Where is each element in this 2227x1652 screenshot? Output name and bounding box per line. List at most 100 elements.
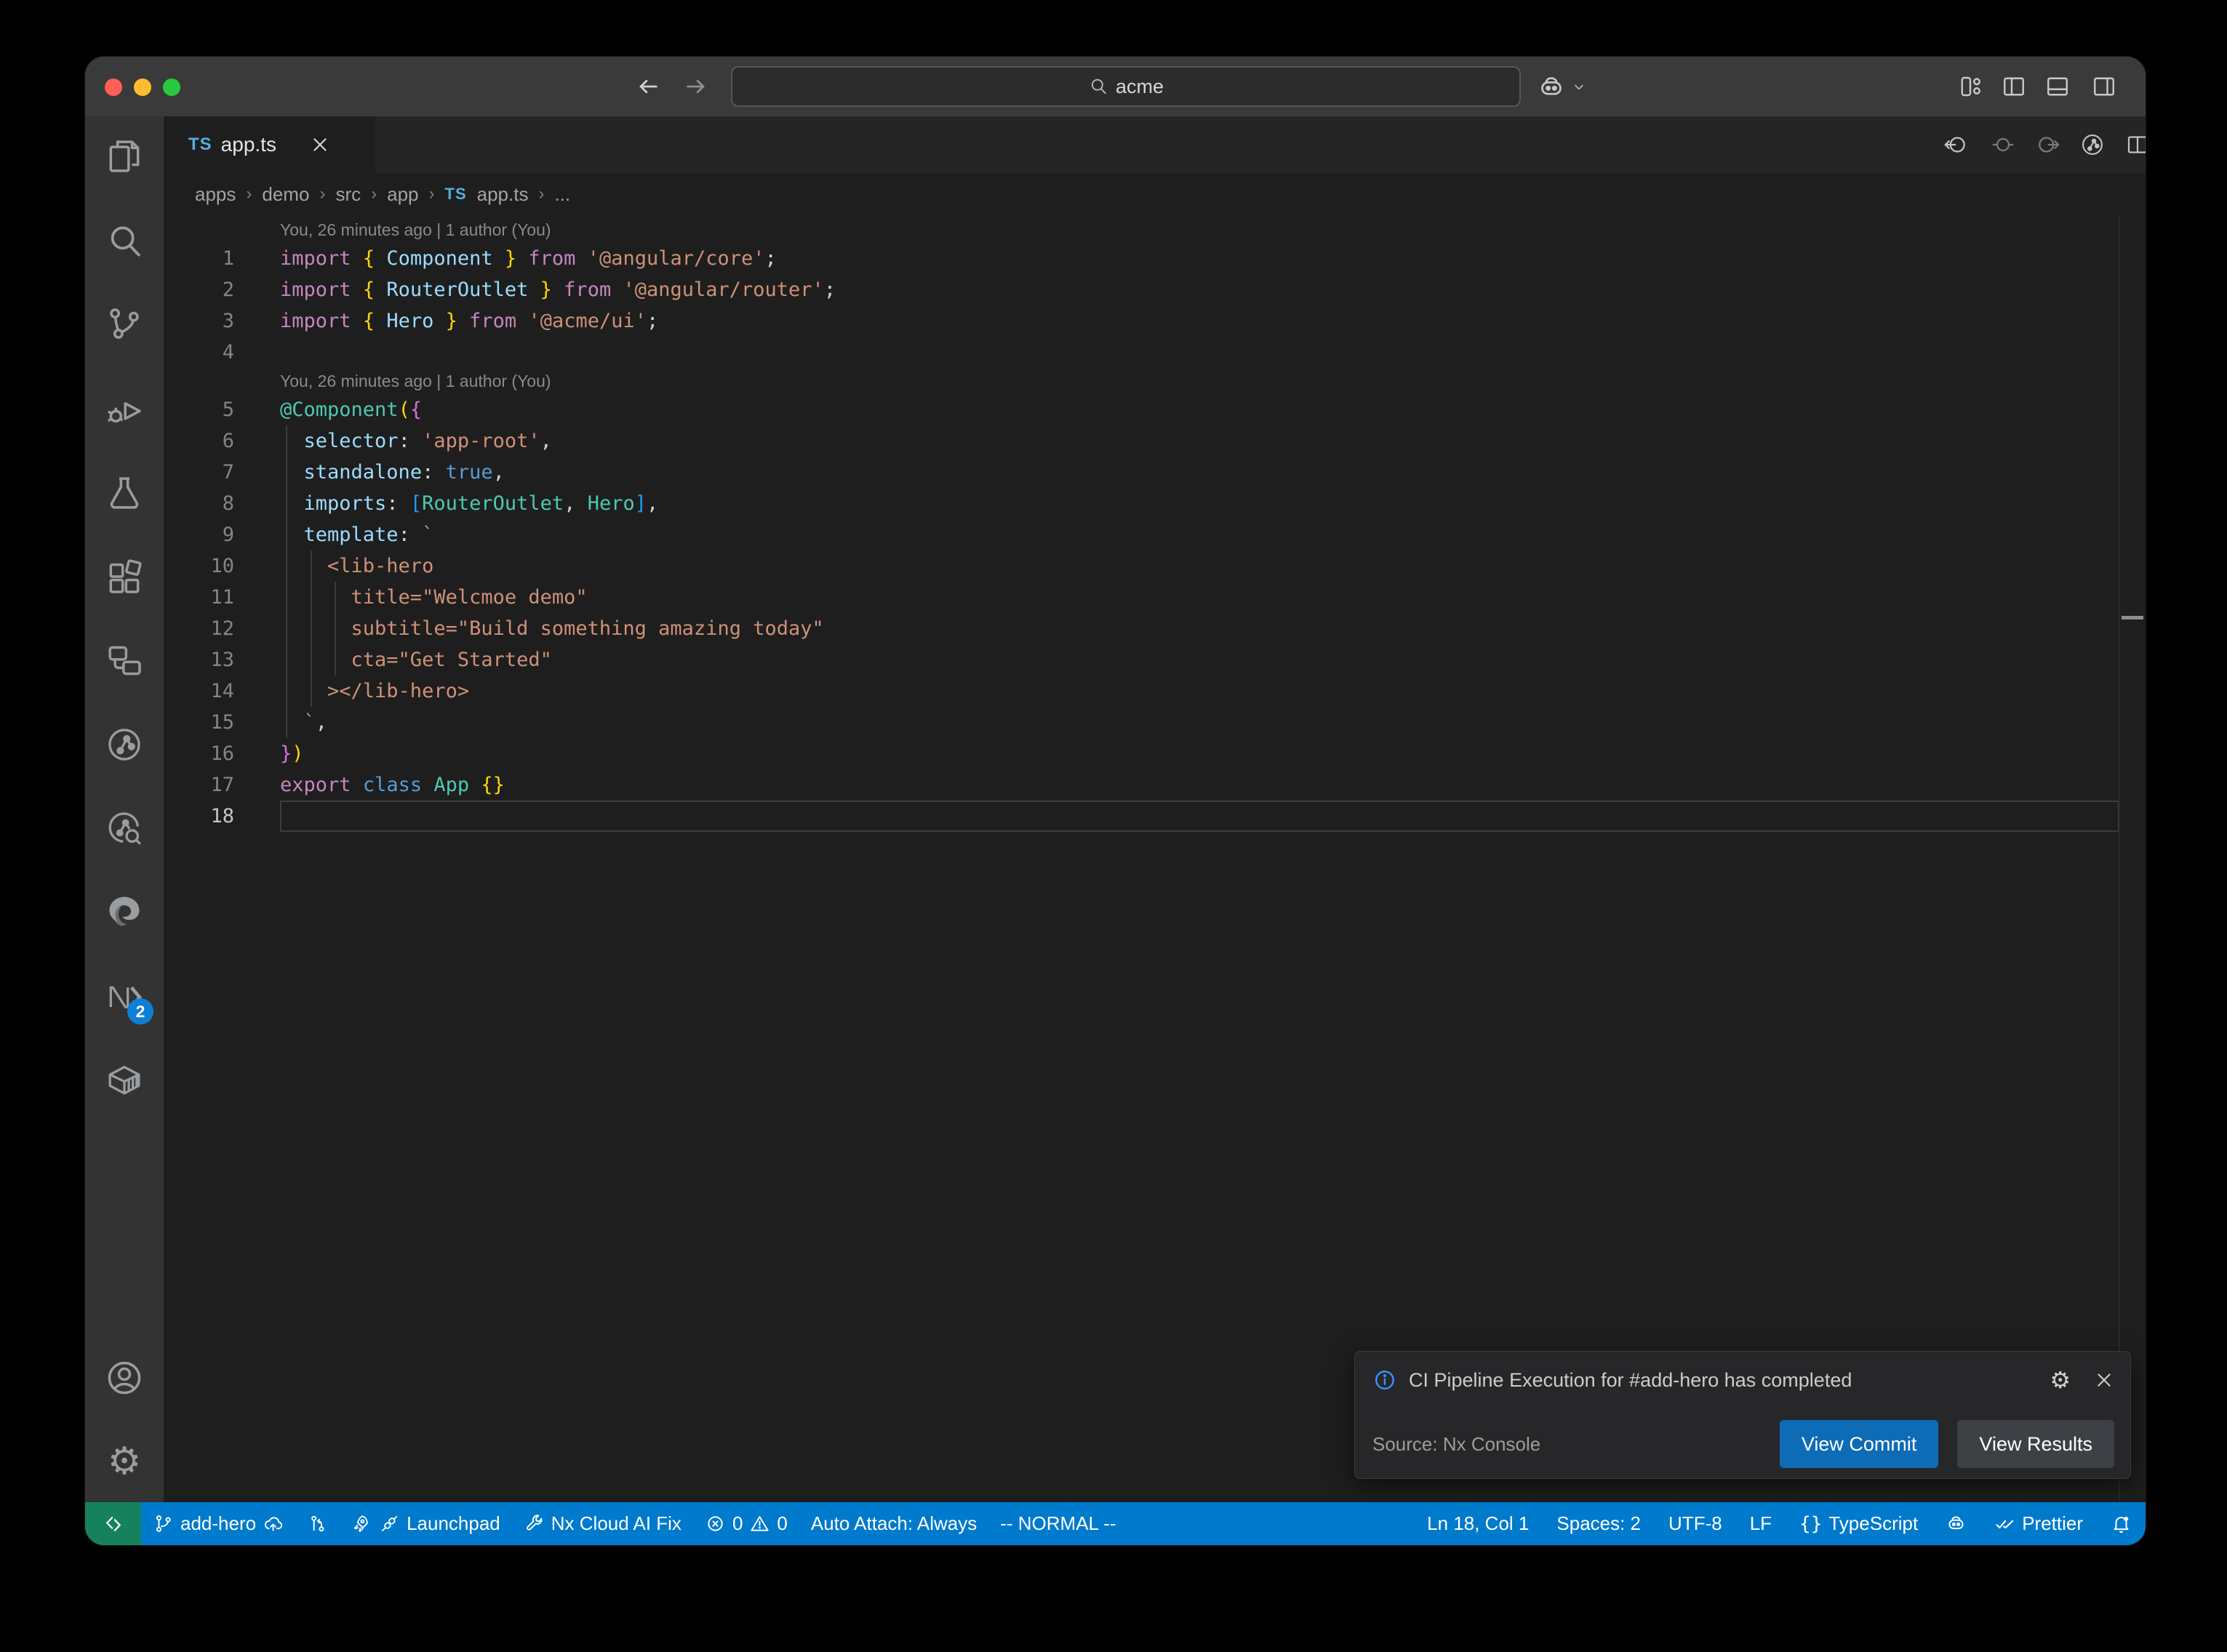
activity-item-run-debug[interactable] [104, 389, 145, 430]
code-text: selector: 'app-root', [280, 425, 552, 457]
activity-item-edge-tools[interactable] [104, 891, 145, 932]
indentation-item[interactable]: Spaces: 2 [1543, 1502, 1655, 1545]
warning-count: 0 [777, 1512, 787, 1535]
code-text: imports: [RouterOutlet, Hero], [280, 488, 658, 519]
navigate-back-icon[interactable] [636, 74, 660, 99]
toggle-primary-sidebar-icon[interactable] [2001, 73, 2027, 100]
split-editor-icon[interactable] [2124, 132, 2146, 158]
code-line-12[interactable]: 12 subtitle="Build something amazing tod… [164, 613, 2146, 644]
info-icon [1372, 1368, 1397, 1392]
code-line-5[interactable]: 5@Component({ [164, 394, 2146, 425]
vim-mode-item[interactable]: -- NORMAL -- [988, 1502, 1127, 1545]
code-text: import { Component } from '@angular/core… [280, 243, 777, 274]
code-line-4[interactable]: 4 [164, 337, 2146, 368]
notifications-item[interactable] [2097, 1502, 2146, 1545]
nx-cloud-ai-fix-item[interactable]: Nx Cloud AI Fix [512, 1502, 693, 1545]
view-results-button[interactable]: View Results [1957, 1420, 2114, 1468]
code-line-8[interactable]: 8 imports: [RouterOutlet, Hero], [164, 488, 2146, 519]
activity-item-container-tools[interactable] [104, 1059, 145, 1100]
nx-graph-icon[interactable] [2079, 132, 2106, 158]
codelens-row[interactable]: You, 26 minutes ago | 1 author (You) [164, 368, 2146, 394]
toggle-panel-icon[interactable] [2044, 73, 2071, 100]
problems-item[interactable]: 0 0 [693, 1502, 799, 1545]
auto-attach-item[interactable]: Auto Attach: Always [799, 1502, 988, 1545]
formatter-item[interactable]: Prettier [1980, 1502, 2097, 1545]
next-change-icon[interactable] [2035, 132, 2061, 158]
activity-item-testing[interactable] [104, 473, 145, 513]
code-line-15[interactable]: 15 `, [164, 707, 2146, 738]
tab-app-ts[interactable]: TS app.ts [164, 116, 375, 173]
copilot-status-item[interactable] [1932, 1502, 1980, 1545]
breadcrumb-symbol-tail[interactable]: ... [554, 183, 570, 206]
navigate-forward-icon[interactable] [684, 74, 708, 99]
breadcrumb-demo[interactable]: demo [262, 183, 309, 206]
breadcrumb-app[interactable]: app [387, 183, 418, 206]
activity-item-account[interactable] [104, 1358, 145, 1398]
chevron-down-icon[interactable] [1572, 80, 1586, 95]
notification-settings-icon[interactable]: ⚙ [2050, 1366, 2071, 1394]
breadcrumb-separator: › [538, 184, 544, 204]
activity-item-remote-explorer[interactable] [104, 640, 145, 681]
toggle-secondary-sidebar-icon[interactable] [2091, 73, 2117, 100]
status-bar-right: Ln 18, Col 1 Spaces: 2 UTF-8 LF {} TypeS… [1413, 1502, 2146, 1545]
encoding-item[interactable]: UTF-8 [1655, 1502, 1736, 1545]
close-tab-icon[interactable] [310, 135, 330, 155]
breadcrumb-src[interactable]: src [335, 183, 361, 206]
code-line-7[interactable]: 7 standalone: true, [164, 457, 2146, 488]
code-text: import { Hero } from '@acme/ui'; [280, 305, 658, 337]
source-control-icon [104, 303, 145, 344]
code-line-1[interactable]: 1import { Component } from '@angular/cor… [164, 243, 2146, 274]
code-line-3[interactable]: 3import { Hero } from '@acme/ui'; [164, 305, 2146, 337]
editor[interactable]: You, 26 minutes ago | 1 author (You)1imp… [164, 215, 2146, 1502]
code-line-10[interactable]: 10 <lib-hero [164, 550, 2146, 582]
code-line-2[interactable]: 2import { RouterOutlet } from '@angular/… [164, 274, 2146, 305]
close-window-button[interactable] [105, 79, 122, 96]
remote-indicator[interactable] [85, 1502, 141, 1545]
activity-item-source-control[interactable] [104, 303, 145, 344]
previous-change-icon[interactable] [1943, 132, 1969, 158]
codelens-row[interactable]: You, 26 minutes ago | 1 author (You) [164, 217, 2146, 243]
breadcrumb-file[interactable]: app.ts [477, 183, 529, 206]
notification-title: CI Pipeline Execution for #add-hero has … [1409, 1369, 2038, 1392]
view-commit-button[interactable]: View Commit [1780, 1420, 1939, 1468]
eol-label: LF [1750, 1512, 1772, 1535]
activity-item-extensions[interactable] [104, 556, 145, 597]
code-line-16[interactable]: 16}) [164, 738, 2146, 769]
notification-footer: Source: Nx Console View Commit View Resu… [1372, 1420, 2114, 1468]
tab-bar: TS app.ts [164, 116, 2146, 173]
encoding-label: UTF-8 [1668, 1512, 1722, 1535]
gear-icon: ⚙ [104, 1441, 145, 1482]
activity-bar: 2⚙ [85, 116, 164, 1502]
compare-changes-item[interactable] [295, 1502, 340, 1545]
zoom-window-button[interactable] [163, 79, 180, 96]
code-line-17[interactable]: 17export class App {} [164, 769, 2146, 801]
customize-layout-icon[interactable] [1957, 73, 1983, 100]
code-line-14[interactable]: 14 ></lib-hero> [164, 675, 2146, 707]
command-center-search[interactable]: acme [731, 66, 1521, 107]
notification-source: Source: Nx Console [1372, 1433, 1761, 1456]
activity-item-graph-search[interactable] [104, 808, 145, 849]
code-line-11[interactable]: 11 title="Welcmoe demo" [164, 582, 2146, 613]
language-mode-item[interactable]: {} TypeScript [1786, 1502, 1932, 1545]
cursor-position-item[interactable]: Ln 18, Col 1 [1413, 1502, 1543, 1545]
minimize-window-button[interactable] [134, 79, 151, 96]
notification-close-icon[interactable] [2094, 1370, 2114, 1390]
nx-cloud-label: Nx Cloud AI Fix [551, 1512, 681, 1535]
code-rows: You, 26 minutes ago | 1 author (You)1imp… [164, 215, 2146, 1502]
breadcrumb-apps[interactable]: apps [195, 183, 236, 206]
git-branch-item[interactable]: add-hero [141, 1502, 295, 1545]
activity-item-settings[interactable]: ⚙ [104, 1441, 145, 1482]
current-change-icon[interactable] [1990, 132, 2016, 158]
eol-item[interactable]: LF [1736, 1502, 1786, 1545]
code-line-9[interactable]: 9 template: ` [164, 519, 2146, 550]
graph-circle-icon [104, 724, 145, 765]
copilot-icon[interactable] [1537, 73, 1566, 102]
activity-item-search[interactable] [104, 221, 145, 262]
activity-item-nx-console[interactable]: 2 [104, 977, 145, 1017]
launchpad-item[interactable]: Launchpad [340, 1502, 512, 1545]
activity-item-graph-circle[interactable] [104, 724, 145, 765]
code-line-13[interactable]: 13 cta="Get Started" [164, 644, 2146, 675]
code-line-6[interactable]: 6 selector: 'app-root', [164, 425, 2146, 457]
publish-cloud-icon [263, 1513, 284, 1534]
activity-item-explorer[interactable] [104, 136, 145, 177]
